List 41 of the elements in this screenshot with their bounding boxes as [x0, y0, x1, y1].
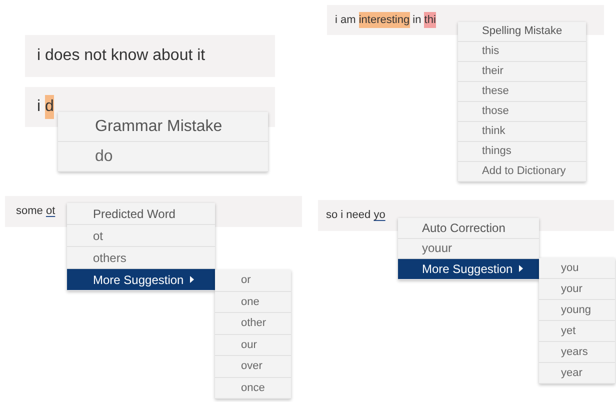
- field-text: i does not know about it: [37, 46, 206, 66]
- text-field[interactable]: i does not know about it: [25, 35, 275, 77]
- menu-item[interactable]: their: [458, 62, 586, 82]
- menu-header: Spelling Mistake: [458, 22, 586, 42]
- menu-item[interactable]: these: [458, 82, 586, 102]
- menu-item[interactable]: your: [539, 279, 615, 300]
- menu-header: Grammar Mistake: [58, 112, 268, 142]
- menu-item[interactable]: you: [539, 258, 615, 279]
- marked-word: d: [45, 95, 54, 119]
- menu-item[interactable]: More Suggestion: [67, 269, 215, 291]
- menu-header: Auto Correction: [398, 218, 539, 238]
- field-text: i: [37, 97, 42, 117]
- marked-word: ot: [46, 204, 56, 220]
- field-text: in: [412, 12, 422, 28]
- menu-item[interactable]: do: [58, 142, 268, 172]
- menu-header: Predicted Word: [67, 203, 215, 225]
- menu-item[interactable]: young: [539, 300, 615, 321]
- menu-item[interactable]: once: [215, 378, 291, 399]
- marked-word: thi: [424, 12, 436, 28]
- menu-item[interactable]: think: [458, 122, 586, 142]
- menu-item[interactable]: or: [215, 270, 291, 292]
- menu-item[interactable]: Add to Dictionary: [458, 162, 586, 182]
- menu-item[interactable]: things: [458, 142, 586, 162]
- menu-item[interactable]: one: [215, 292, 291, 313]
- field-text: so i need: [326, 208, 372, 224]
- menu-item[interactable]: this: [458, 42, 586, 62]
- menu-item[interactable]: yet: [539, 321, 615, 342]
- marked-word: interesting: [358, 12, 410, 28]
- menu-item[interactable]: those: [458, 102, 586, 122]
- submenu-arrow-icon: [518, 265, 523, 272]
- menu-item[interactable]: over: [215, 356, 291, 378]
- field-text: i am: [335, 12, 357, 28]
- menu-item[interactable]: other: [215, 313, 291, 334]
- marked-word: yo: [374, 208, 386, 224]
- field-text: some: [16, 204, 44, 220]
- menu-item[interactable]: our: [215, 334, 291, 356]
- submenu-arrow-icon: [190, 276, 194, 283]
- menu-item[interactable]: year: [539, 363, 615, 384]
- menu-item[interactable]: ot: [67, 225, 215, 247]
- menu-item[interactable]: years: [539, 342, 615, 363]
- menu-item[interactable]: More Suggestion: [398, 259, 539, 280]
